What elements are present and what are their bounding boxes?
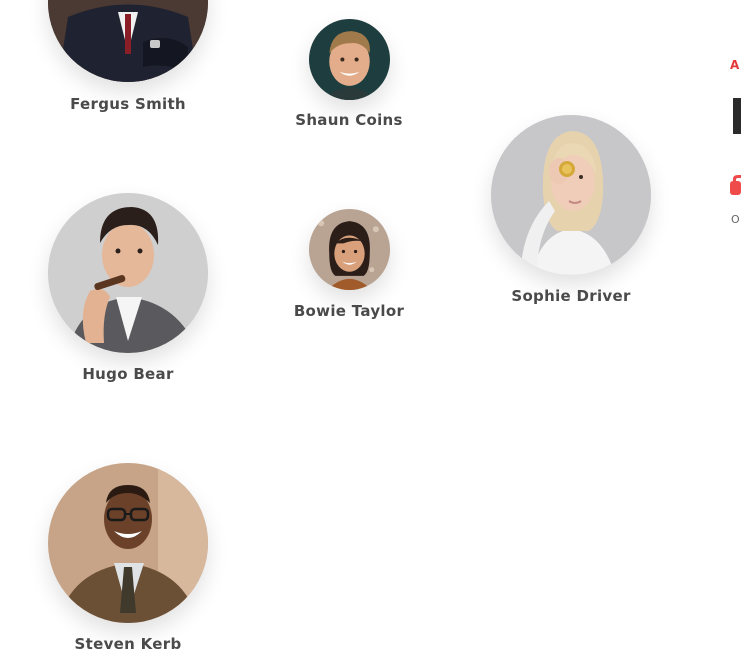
edge-heading-fragment <box>733 98 741 134</box>
photo-sophie-driver <box>491 115 651 275</box>
avatar-hugo-bear <box>48 193 208 353</box>
photo-bowie-taylor <box>309 209 390 290</box>
avatar-shaun-coins <box>309 19 390 100</box>
avatar-steven-kerb <box>48 463 208 623</box>
photo-fergus-smith <box>48 0 208 82</box>
avatar-bowie-taylor <box>309 209 390 290</box>
member-name-steven-kerb: Steven Kerb <box>74 635 182 653</box>
avatar-fergus-smith <box>48 0 208 82</box>
member-name-hugo-bear: Hugo Bear <box>82 365 174 383</box>
photo-shaun-coins <box>309 19 390 100</box>
member-name-shaun-coins: Shaun Coins <box>295 111 403 129</box>
edge-small-text: OI <box>731 213 741 226</box>
edge-accent-text: A <box>730 58 741 72</box>
member-name-bowie-taylor: Bowie Taylor <box>293 302 405 320</box>
photo-hugo-bear <box>48 193 208 353</box>
member-name-fergus-smith: Fergus Smith <box>70 95 186 113</box>
lock-icon <box>730 175 741 195</box>
member-name-sophie-driver: Sophie Driver <box>511 287 631 305</box>
avatar-sophie-driver <box>491 115 651 275</box>
photo-steven-kerb <box>48 463 208 623</box>
